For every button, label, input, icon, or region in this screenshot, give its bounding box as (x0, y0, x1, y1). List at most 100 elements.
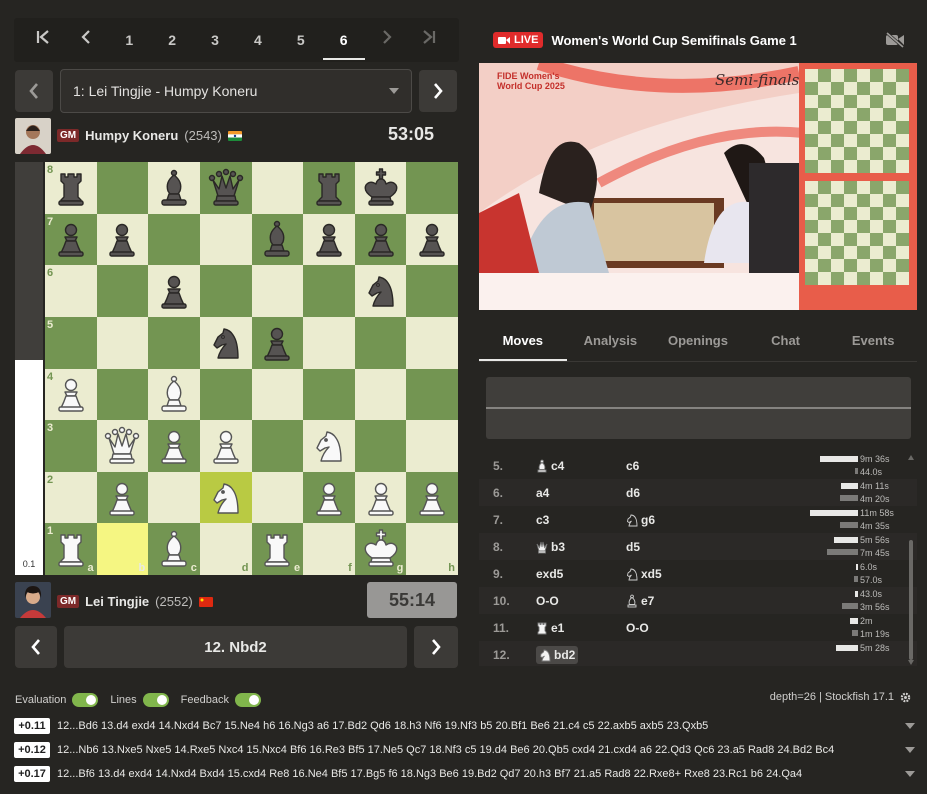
square-g2[interactable] (354, 471, 407, 524)
evaluation-toggle[interactable] (72, 693, 99, 707)
square-g5[interactable] (354, 316, 407, 369)
square-c6[interactable] (148, 265, 200, 317)
square-c7[interactable] (148, 213, 200, 266)
round-4[interactable]: 4 (241, 18, 275, 62)
square-e8[interactable] (251, 162, 304, 214)
black-pawn-icon[interactable] (410, 217, 454, 261)
next-game-button[interactable] (370, 18, 404, 62)
tab-events[interactable]: Events (829, 322, 917, 361)
square-d6[interactable] (199, 265, 252, 317)
black-bishop-icon[interactable] (152, 166, 196, 210)
square-c1[interactable]: c (148, 523, 200, 575)
chevron-down-icon[interactable] (905, 771, 915, 777)
round-1[interactable]: 1 (112, 18, 146, 62)
video-off-icon[interactable] (885, 32, 905, 48)
black-king-icon[interactable] (359, 166, 403, 210)
square-c4[interactable] (148, 368, 200, 421)
scrollbar-thumb[interactable] (909, 540, 913, 660)
black-move[interactable]: O-O (626, 621, 649, 635)
square-g1[interactable]: g (354, 523, 407, 575)
white-pawn-icon[interactable] (307, 476, 351, 520)
square-g6[interactable] (354, 265, 407, 317)
square-e3[interactable] (251, 420, 304, 472)
black-pawn-icon[interactable] (49, 217, 93, 261)
black-pawn-icon[interactable] (100, 217, 144, 261)
square-b1[interactable]: b (96, 523, 149, 575)
engine-line-1[interactable]: +0.11 12...Bd6 13.d4 exd4 14.Nxd4 Bc7 15… (14, 716, 917, 736)
black-move[interactable]: g6 (626, 513, 655, 527)
white-pawn-icon[interactable] (152, 424, 196, 468)
square-h7[interactable] (406, 213, 458, 266)
square-a6[interactable]: 6 (45, 265, 97, 317)
white-move[interactable]: O-O (536, 594, 559, 608)
square-a2[interactable]: 2 (45, 471, 97, 524)
black-knight-icon[interactable] (204, 321, 248, 365)
black-move[interactable]: c6 (626, 459, 639, 473)
square-b4[interactable] (96, 368, 149, 421)
round-2[interactable]: 2 (155, 18, 189, 62)
black-move[interactable]: d5 (626, 540, 640, 554)
square-c3[interactable] (148, 420, 200, 472)
white-pawn-icon[interactable] (359, 476, 403, 520)
square-d7[interactable] (199, 213, 252, 266)
tab-chat[interactable]: Chat (742, 322, 830, 361)
engine-line-2[interactable]: +0.12 12...Nb6 13.Nxe5 Nxe5 14.Rxe5 Nxc4… (14, 740, 917, 760)
square-b5[interactable] (96, 316, 149, 369)
game-select[interactable]: 1: Lei Tingjie - Humpy Koneru (60, 69, 412, 113)
chevron-down-icon[interactable] (905, 747, 915, 753)
square-a7[interactable]: 7 (45, 213, 97, 266)
black-knight-icon[interactable] (359, 269, 403, 313)
white-pawn-icon[interactable] (49, 372, 93, 416)
white-pawn-icon[interactable] (100, 476, 144, 520)
white-move[interactable]: a4 (536, 486, 549, 500)
lines-toggle[interactable] (142, 693, 169, 707)
square-f3[interactable] (303, 420, 355, 472)
square-g8[interactable] (354, 162, 407, 214)
square-f6[interactable] (303, 265, 355, 317)
tab-moves[interactable]: Moves (479, 322, 567, 361)
square-h1[interactable]: h (406, 523, 458, 575)
current-move-label[interactable]: 12. Nbd2 (64, 626, 407, 668)
prev-board-button[interactable] (15, 70, 53, 112)
square-f4[interactable] (303, 368, 355, 421)
square-c5[interactable] (148, 316, 200, 369)
round-3[interactable]: 3 (198, 18, 232, 62)
move-list-scrollbar[interactable] (908, 455, 914, 665)
square-a5[interactable]: 5 (45, 316, 97, 369)
square-g7[interactable] (354, 213, 407, 266)
square-e4[interactable] (251, 368, 304, 421)
square-e1[interactable]: e (251, 523, 304, 575)
square-d3[interactable] (199, 420, 252, 472)
black-move[interactable]: xd5 (626, 567, 662, 581)
round-5[interactable]: 5 (284, 18, 318, 62)
square-f1[interactable]: f (303, 523, 355, 575)
square-b7[interactable] (96, 213, 149, 266)
square-h3[interactable] (406, 420, 458, 472)
black-move[interactable]: d6 (626, 486, 640, 500)
white-move[interactable]: exd5 (536, 567, 563, 581)
square-c8[interactable] (148, 162, 200, 214)
square-h4[interactable] (406, 368, 458, 421)
live-video[interactable]: FIDE Women's World Cup 2025 Semi-finals (479, 63, 917, 310)
white-move[interactable]: c4 (536, 459, 564, 473)
square-f7[interactable] (303, 213, 355, 266)
white-bishop-icon[interactable] (152, 527, 196, 571)
prev-move-button[interactable] (15, 626, 57, 668)
white-knight-icon[interactable] (204, 476, 248, 520)
round-6[interactable]: 6 (322, 18, 365, 62)
square-a3[interactable]: 3 (45, 420, 97, 472)
white-rook-icon[interactable] (49, 527, 93, 571)
black-pawn-icon[interactable] (255, 321, 299, 365)
square-e5[interactable] (251, 316, 304, 369)
gear-icon[interactable] (900, 692, 911, 703)
square-b2[interactable] (96, 471, 149, 524)
white-bishop-icon[interactable] (152, 372, 196, 416)
square-h6[interactable] (406, 265, 458, 317)
prev-game-button[interactable] (69, 18, 103, 62)
black-pawn-icon[interactable] (359, 217, 403, 261)
square-g4[interactable] (354, 368, 407, 421)
white-rook-icon[interactable] (255, 527, 299, 571)
square-a1[interactable]: 1a (45, 523, 97, 575)
square-b8[interactable] (96, 162, 149, 214)
tab-openings[interactable]: Openings (654, 322, 742, 361)
